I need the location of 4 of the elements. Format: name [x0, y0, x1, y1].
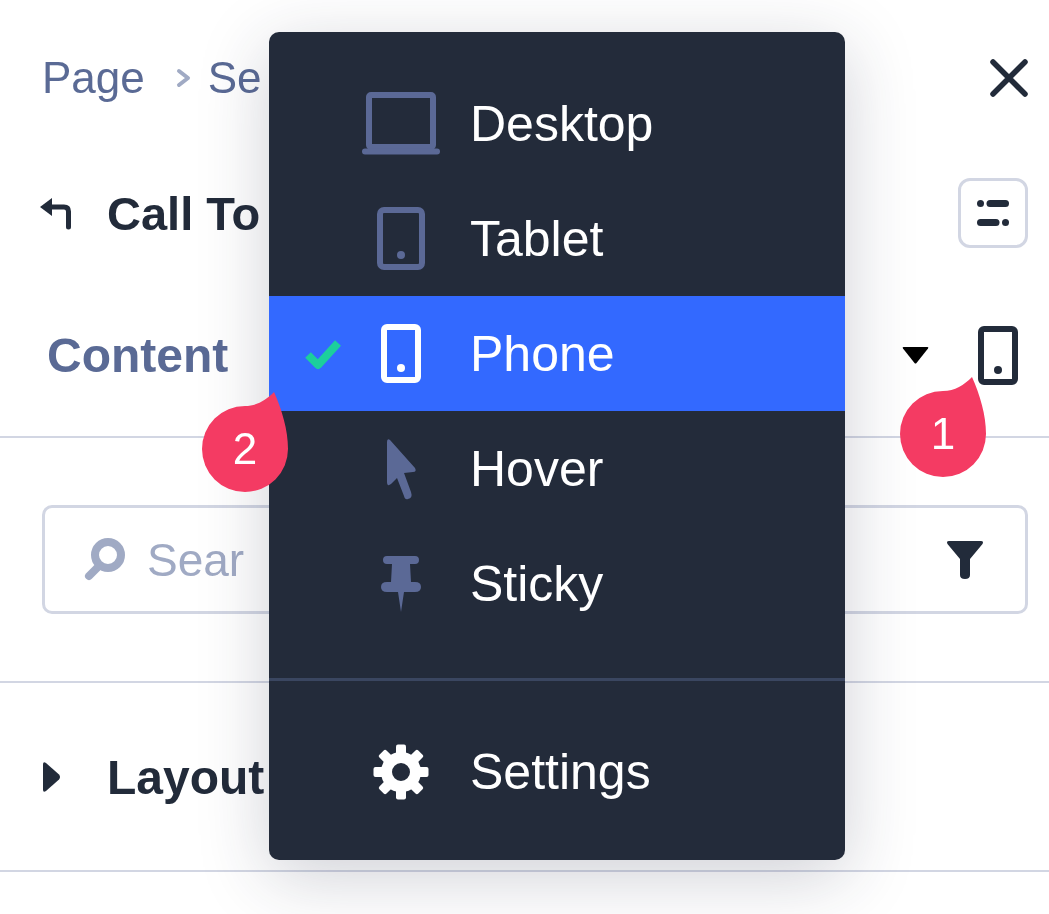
- section-title: Content: [47, 327, 229, 383]
- step-badge: 1: [900, 377, 986, 477]
- step-badge: 2: [202, 392, 288, 492]
- panel-title: Call To: [107, 185, 261, 241]
